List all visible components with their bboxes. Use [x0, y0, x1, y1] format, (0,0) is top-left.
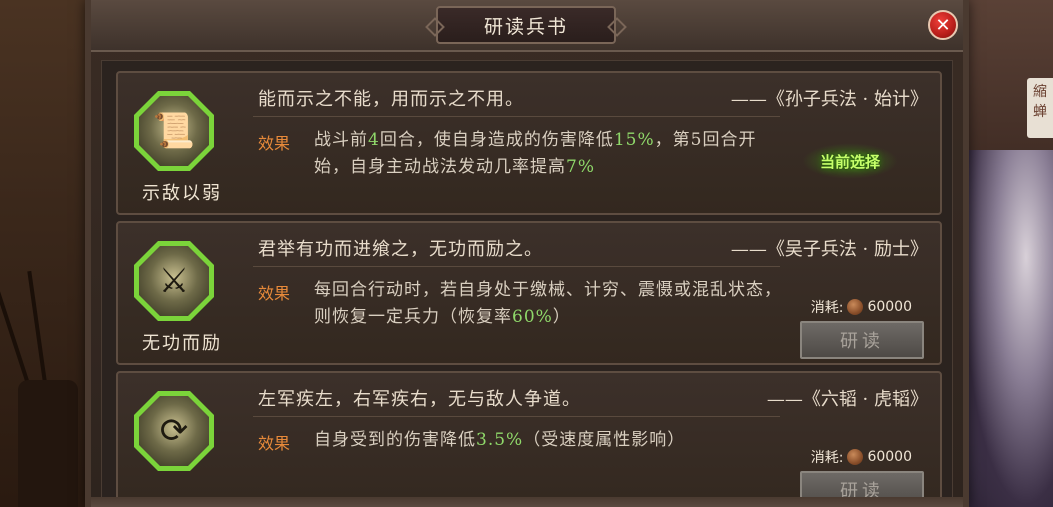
circular-arrows-icon: ⟳: [139, 396, 209, 466]
effect-text: 自身受到的伤害降低3.5%（受速度属性影响）: [314, 430, 686, 450]
background-left: [0, 0, 95, 507]
panel-footer: [91, 497, 963, 507]
warrior-sword-icon: ⚔: [139, 246, 209, 316]
skill-source: ——《孙子兵法 · 始计》: [730, 89, 928, 110]
study-book-panel: 研读兵书 📜 示敌以弱 能而示之不能，用而示之不用。 ——《孙子兵法 · 始计》…: [85, 0, 969, 507]
divider: [253, 266, 780, 267]
cost-label: 消耗:: [810, 300, 844, 316]
current-selection-badge: 当前选择: [802, 143, 898, 179]
cost-display: 消耗: 60000: [811, 297, 912, 317]
character-art: [963, 150, 1053, 507]
effect-text: 每回合行动时，若自身处于缴械、计穷、震慑或混乱状态，则恢复一定兵力（恢复率60%…: [314, 280, 782, 327]
cost-value: 60000: [867, 299, 912, 315]
background-tag: 縮蝉: [1027, 78, 1053, 138]
brush-decoration: [0, 265, 32, 391]
skill-icon-frame: ⟳: [134, 391, 214, 471]
cost-label: 消耗:: [810, 450, 844, 466]
skill-card[interactable]: ⚔ 无功而励 君举有功而进飨之，无功而励之。 ——《吴子兵法 · 励士》 效果 …: [116, 221, 942, 365]
scroll-figure-icon: 📜: [139, 96, 209, 166]
study-button[interactable]: 研读: [800, 471, 924, 499]
skill-source: ——《吴子兵法 · 励士》: [730, 239, 928, 260]
cost-value: 60000: [867, 449, 912, 465]
effect-label: 效果: [258, 134, 291, 153]
skill-name: 示敌以弱: [142, 183, 222, 204]
brush-decoration: [27, 270, 48, 391]
effect-text: 战斗前4回合，使自身造成的伤害降低15%，第5回合开始，自身主动战法发动几率提高…: [314, 130, 757, 177]
skill-quote: 君举有功而进飨之，无功而励之。: [258, 239, 543, 260]
divider: [253, 416, 780, 417]
brush-pot: [18, 380, 78, 507]
panel-title: 研读兵书: [436, 6, 616, 44]
panel-header: 研读兵书: [91, 0, 963, 52]
copper-coin-icon: [847, 449, 864, 465]
skill-card[interactable]: 📜 示敌以弱 能而示之不能，用而示之不用。 ——《孙子兵法 · 始计》 效果 战…: [116, 71, 942, 215]
effect-label: 效果: [258, 284, 291, 303]
skill-source: ——《六韬 · 虎韬》: [766, 389, 928, 410]
background-right: 縮蝉: [963, 0, 1053, 507]
skill-card[interactable]: ⟳ 左军疾左，右军疾右，无与敌人争道。 ——《六韬 · 虎韬》 效果 自身受到的…: [116, 371, 942, 499]
cost-display: 消耗: 60000: [811, 447, 912, 467]
skill-name: 无功而励: [142, 333, 222, 354]
skill-list[interactable]: 📜 示敌以弱 能而示之不能，用而示之不用。 ——《孙子兵法 · 始计》 效果 战…: [101, 60, 953, 500]
study-button[interactable]: 研读: [800, 321, 924, 359]
effect-label: 效果: [258, 434, 291, 453]
divider: [253, 116, 780, 117]
skill-icon-frame: ⚔: [134, 241, 214, 321]
skill-quote: 左军疾左，右军疾右，无与敌人争道。: [258, 389, 581, 410]
skill-icon-frame: 📜: [134, 91, 214, 171]
copper-coin-icon: [847, 299, 864, 315]
close-button[interactable]: ✕: [928, 10, 958, 40]
skill-quote: 能而示之不能，用而示之不用。: [258, 89, 524, 110]
